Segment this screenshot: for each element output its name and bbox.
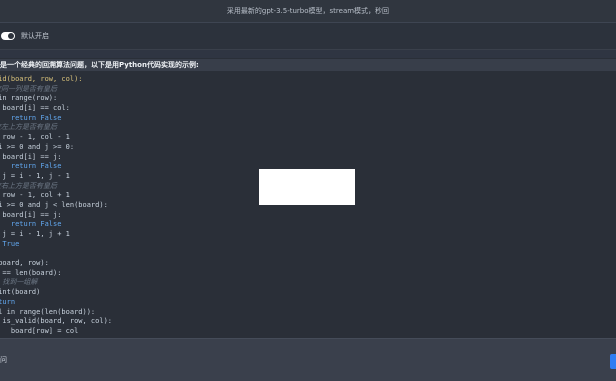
code-line: return False bbox=[0, 113, 62, 122]
code-line: = row - 1, col - 1 bbox=[0, 133, 70, 142]
code-line: f board[i] == col: bbox=[0, 104, 70, 113]
code-line: f is_valid(board, row, col): bbox=[0, 317, 113, 326]
code-line: return False bbox=[0, 220, 62, 229]
code-line: eturn bbox=[0, 297, 16, 306]
code-line: in range(row): bbox=[0, 94, 58, 103]
toggle-label: 默认开启 bbox=[21, 32, 49, 40]
header-bar: 采用最新的gpt-3.5-turbo模型，stream模式，秒回 bbox=[0, 0, 616, 23]
overlay-box bbox=[259, 169, 355, 205]
code-line: 查左上方是否有皇后 bbox=[0, 123, 57, 132]
send-button[interactable] bbox=[610, 354, 616, 369]
code-line: ol in range(len(board)): bbox=[0, 307, 96, 316]
code-line: rint(board) bbox=[0, 288, 41, 297]
code-line: f board[i] == j: bbox=[0, 210, 62, 219]
code-line: i >= 0 and j >= 0: bbox=[0, 142, 75, 151]
input-hint[interactable]: 问 bbox=[0, 355, 7, 365]
code-line: lid(board, row, col): bbox=[0, 75, 83, 83]
answer-intro: 是一个经典的回溯算法问题，以下是用Python代码实现的示例: bbox=[0, 59, 616, 71]
code-line: (board, row): bbox=[0, 259, 49, 268]
code-line: n True bbox=[2, 239, 20, 248]
code-line: w == len(board): bbox=[0, 268, 62, 277]
header-title: 采用最新的gpt-3.5-turbo模型，stream模式，秒回 bbox=[226, 7, 390, 15]
code-line: f board[i] == j: bbox=[0, 152, 62, 161]
code-block: lid(board, row, col): 查同一列是否有皇后 in range(… bbox=[0, 75, 610, 338]
code-line: # 找到一组解 bbox=[2, 278, 38, 287]
default-on-toggle[interactable] bbox=[1, 32, 15, 40]
code-line: , j = i - 1, j + 1 bbox=[0, 230, 70, 238]
input-footer: 问 bbox=[0, 338, 616, 381]
code-line: 查同一列是否有皇后 bbox=[0, 84, 57, 93]
code-line: board[row] = col bbox=[0, 326, 79, 335]
settings-bar: 默认开启 bbox=[0, 23, 616, 50]
